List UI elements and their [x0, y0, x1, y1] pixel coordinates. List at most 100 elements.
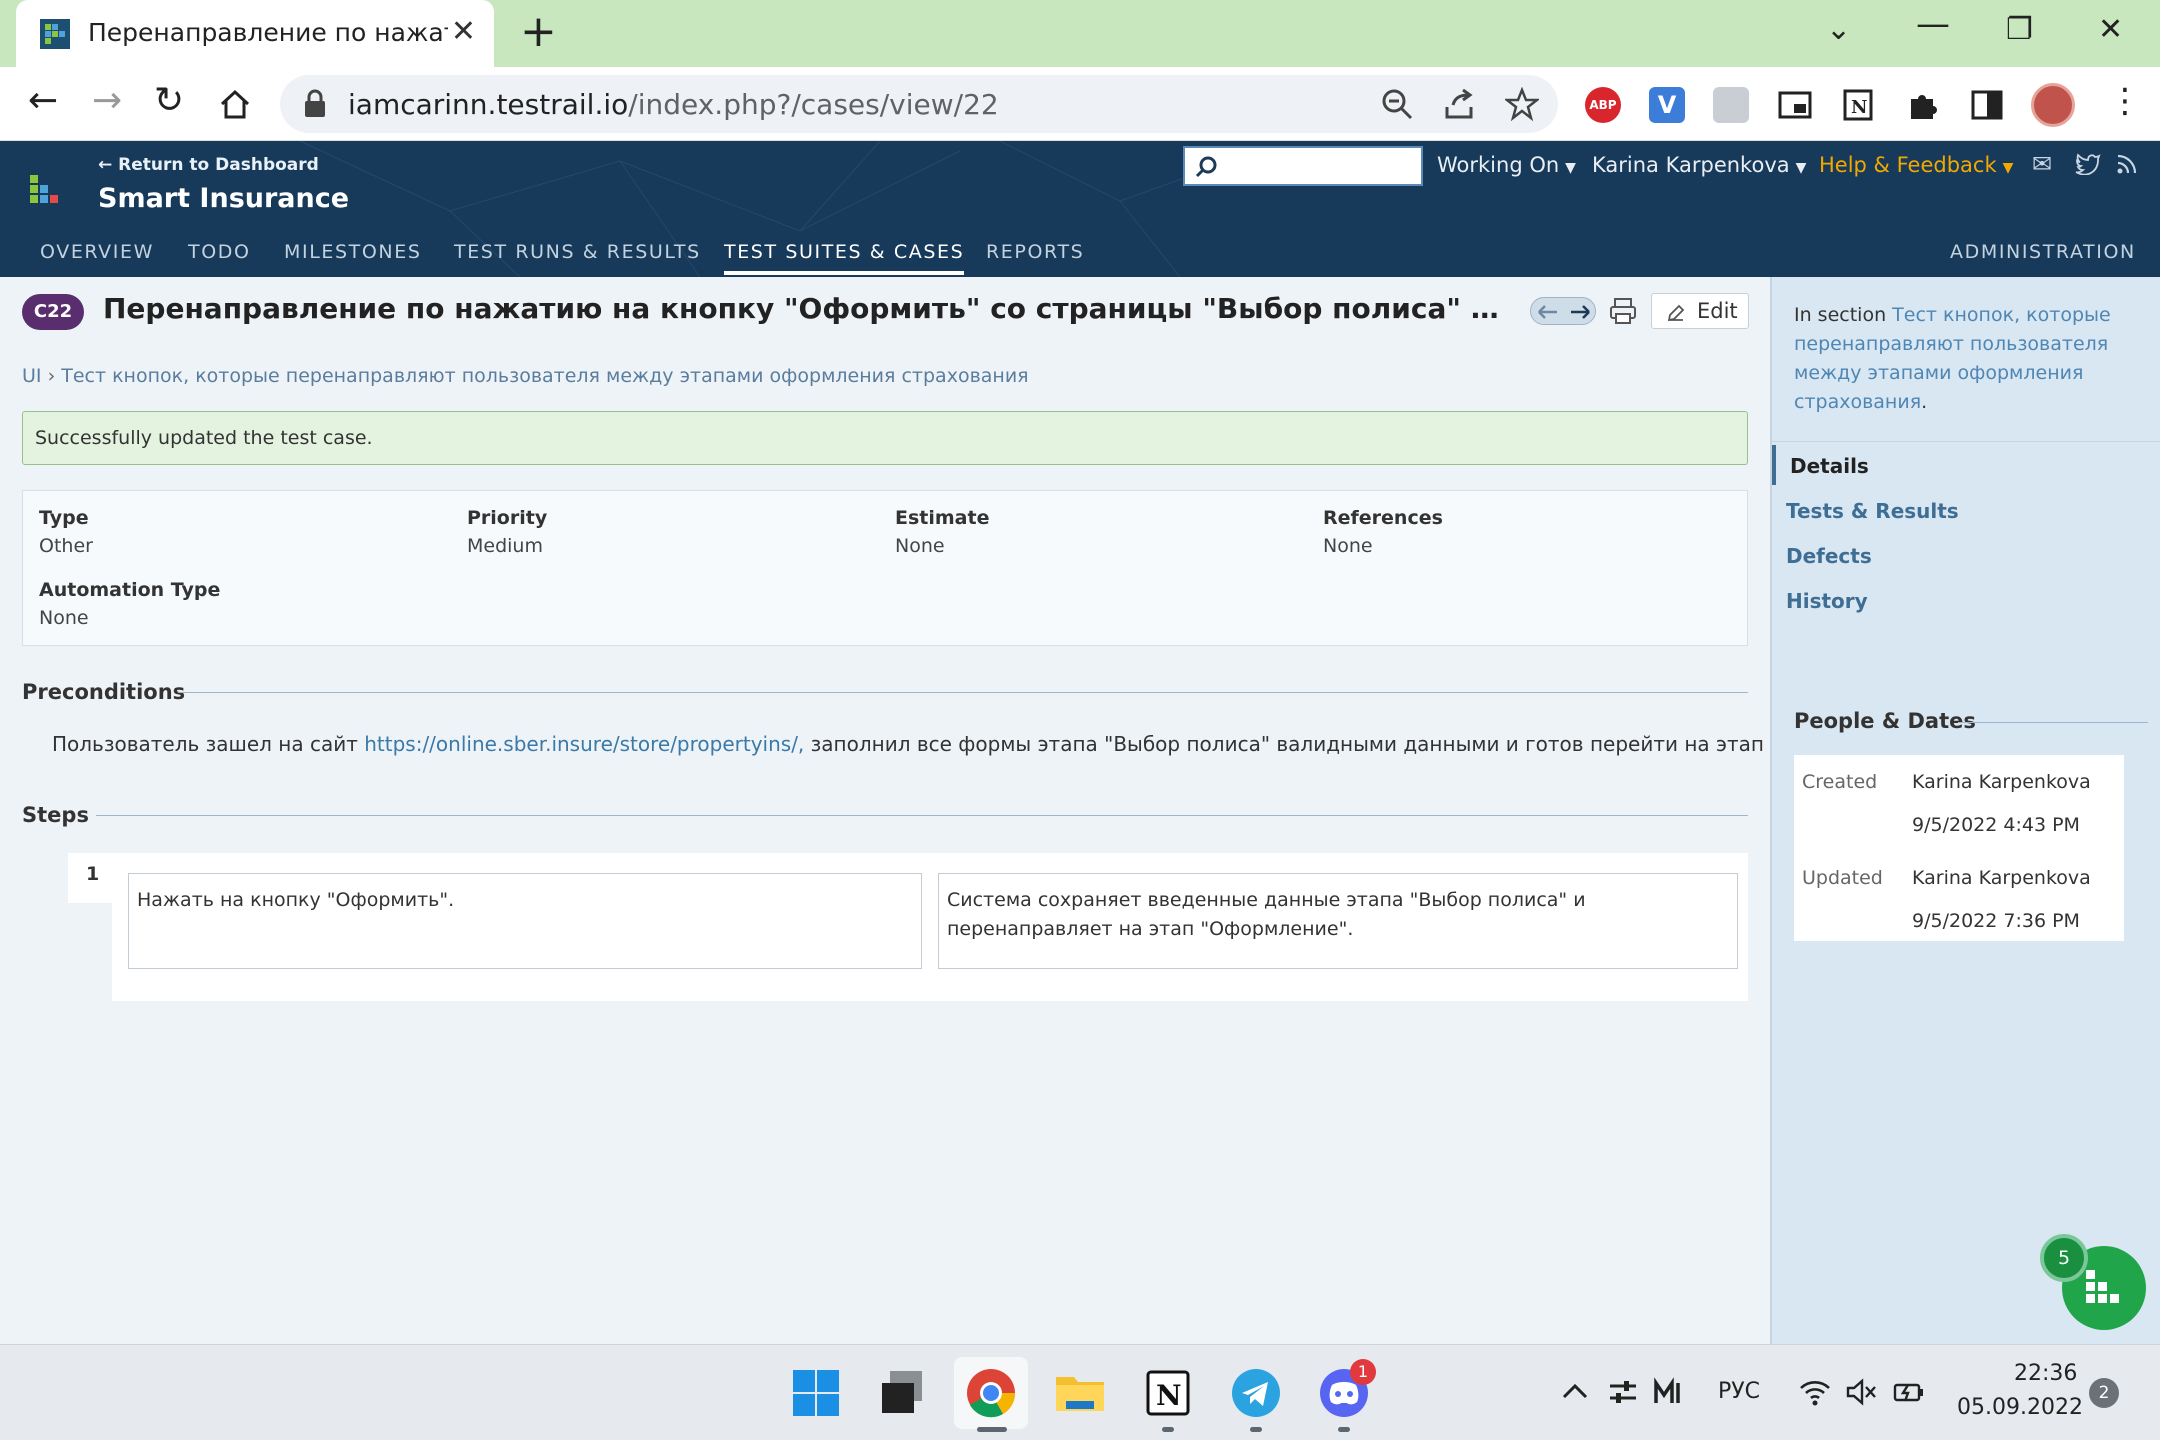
- field-label: Estimate: [895, 507, 990, 529]
- tray-overflow-chevron-icon[interactable]: [1558, 1375, 1592, 1409]
- prev-next-arrows-icon: [1538, 305, 1590, 319]
- case-id-badge: C22: [22, 294, 84, 330]
- zoom-icon[interactable]: [1380, 87, 1414, 121]
- nav-milestones[interactable]: MILESTONES: [284, 241, 422, 263]
- windows-start-icon[interactable]: [788, 1365, 844, 1421]
- step-action: Нажать на кнопку "Оформить".: [128, 873, 922, 969]
- app-running-indicator: [1250, 1427, 1262, 1432]
- nav-todo[interactable]: TODO: [188, 241, 251, 263]
- in-section-period: .: [1921, 391, 1928, 413]
- precond-link[interactable]: https://online.sber.insure/store/propert…: [364, 732, 804, 756]
- address-bar[interactable]: iamcarinn.testrail.io/index.php?/cases/v…: [280, 75, 1558, 133]
- browser-tab[interactable]: Перенаправление по нажатию ✕: [16, 0, 494, 67]
- print-icon[interactable]: [1608, 296, 1638, 326]
- lock-icon[interactable]: [302, 89, 328, 119]
- mail-icon[interactable]: ✉: [2032, 150, 2052, 178]
- rss-icon[interactable]: [2116, 153, 2138, 175]
- svg-text:N: N: [1156, 1379, 1182, 1412]
- wifi-icon[interactable]: [1798, 1375, 1832, 1409]
- puzzle-extensions-icon[interactable]: [1905, 87, 1941, 123]
- field-value: Medium: [467, 535, 543, 557]
- v-extension-icon[interactable]: V: [1649, 87, 1685, 123]
- tab-close-icon[interactable]: ✕: [451, 14, 476, 49]
- file-explorer-icon[interactable]: [1052, 1365, 1108, 1421]
- section-divider: [178, 692, 1748, 693]
- reload-icon[interactable]: ↻: [154, 81, 184, 121]
- chrome-icon[interactable]: [963, 1365, 1019, 1421]
- sidebar-item-tests-results[interactable]: Tests & Results: [1786, 499, 1959, 523]
- nav-reports[interactable]: REPORTS: [986, 241, 1084, 263]
- app-tray-m-icon[interactable]: [1652, 1375, 1686, 1409]
- forward-arrow-icon[interactable]: →: [92, 81, 122, 121]
- nav-overview[interactable]: OVERVIEW: [40, 241, 154, 263]
- tab-title: Перенаправление по нажатию: [88, 18, 448, 47]
- notion-icon[interactable]: N: [1140, 1365, 1196, 1421]
- field-priority: Priority Medium: [467, 507, 547, 557]
- section-divider: [96, 815, 1748, 816]
- app-header: ← Return to Dashboard Smart Insurance Wo…: [0, 141, 2160, 277]
- breadcrumb-root-link[interactable]: UI: [22, 365, 42, 387]
- bookmark-star-icon[interactable]: [1505, 87, 1539, 121]
- abp-icon[interactable]: ABP: [1585, 87, 1621, 123]
- clock-date[interactable]: 05.09.2022: [1957, 1395, 2083, 1420]
- field-label: References: [1323, 507, 1443, 529]
- help-feedback-menu[interactable]: Help & Feedback ▼: [1819, 153, 2013, 177]
- pip-icon[interactable]: [1777, 87, 1813, 123]
- people-dates-header: People & Dates: [1794, 709, 1976, 733]
- header-search-input[interactable]: [1183, 146, 1423, 186]
- testrail-logo-icon: [30, 175, 58, 203]
- browser-menu-icon[interactable]: ⋮: [2108, 81, 2142, 121]
- search-icon: [1195, 156, 1217, 178]
- nav-test-runs[interactable]: TEST RUNS & RESULTS: [454, 241, 701, 263]
- sidebar-item-details[interactable]: Details: [1790, 454, 1869, 478]
- breadcrumb-section-link[interactable]: Тест кнопок, которые перенаправляют поль…: [61, 365, 1028, 387]
- pencil-icon: [1667, 304, 1685, 322]
- return-to-dashboard-link[interactable]: ← Return to Dashboard: [98, 155, 319, 175]
- new-tab-button[interactable]: +: [520, 10, 557, 54]
- sidebar-item-defects[interactable]: Defects: [1786, 544, 1872, 568]
- tab-search-chevron-icon[interactable]: ⌄: [1826, 12, 1851, 47]
- battery-charging-icon[interactable]: [1892, 1375, 1926, 1409]
- app-running-indicator: [1162, 1427, 1174, 1432]
- twitter-icon[interactable]: [2075, 153, 2101, 175]
- active-app-underline: [977, 1427, 1007, 1432]
- sidebar-divider: [1772, 441, 2160, 442]
- sidebar-item-history[interactable]: History: [1786, 589, 1868, 613]
- case-title: Перенаправление по нажатию на кнопку "Оф…: [103, 292, 1515, 325]
- task-view-icon[interactable]: [874, 1365, 930, 1421]
- steps-table: 1 Нажать на кнопку "Оформить". Система с…: [68, 853, 1748, 1001]
- url-host: iamcarinn.testrail.io: [348, 88, 629, 121]
- notification-center-badge[interactable]: 2: [2089, 1378, 2119, 1408]
- browser-toolbar: ← → ↻ iamcarinn.testrail.io/index.php?/c…: [0, 67, 2160, 141]
- breadcrumb-separator: ›: [47, 365, 56, 387]
- url-path: /index.php?/cases/view/22: [628, 88, 999, 121]
- edit-button[interactable]: Edit: [1651, 293, 1749, 329]
- field-references: References None: [1323, 507, 1443, 557]
- close-window-icon[interactable]: ✕: [2098, 12, 2123, 47]
- back-arrow-icon[interactable]: ←: [28, 81, 58, 121]
- step-number-cell: 1: [68, 853, 112, 903]
- chevron-down-icon: ▼: [1795, 160, 1807, 176]
- notion-clipper-icon[interactable]: N: [1841, 87, 1877, 123]
- nav-test-suites[interactable]: TEST SUITES & CASES: [724, 241, 965, 275]
- prev-next-buttons[interactable]: [1530, 297, 1596, 325]
- success-alert: Successfully updated the test case.: [22, 411, 1748, 465]
- share-icon[interactable]: [1443, 87, 1477, 121]
- nav-administration[interactable]: ADMINISTRATION: [1950, 241, 2136, 263]
- user-menu[interactable]: Karina Karpenkova ▼: [1592, 153, 1806, 177]
- clock-time[interactable]: 22:36: [2014, 1361, 2077, 1386]
- sidebar-icon[interactable]: [1969, 87, 2005, 123]
- profile-ext-icon[interactable]: [1713, 87, 1749, 123]
- input-language[interactable]: РУС: [1718, 1379, 1760, 1404]
- url-text[interactable]: iamcarinn.testrail.io/index.php?/cases/v…: [348, 88, 999, 121]
- speaker-muted-icon[interactable]: [1844, 1375, 1878, 1409]
- created-label: Created: [1802, 771, 1878, 793]
- restore-window-icon[interactable]: ❐: [2006, 12, 2033, 47]
- working-on-menu[interactable]: Working On ▼: [1437, 153, 1576, 177]
- profile-avatar[interactable]: [2031, 83, 2075, 127]
- telegram-icon[interactable]: [1228, 1365, 1284, 1421]
- minimize-icon[interactable]: —: [1916, 4, 1950, 44]
- home-icon[interactable]: [218, 87, 252, 121]
- precond-text-after: заполнил все формы этапа "Выбор полиса" …: [804, 732, 1932, 756]
- settings-sliders-icon[interactable]: [1606, 1375, 1640, 1409]
